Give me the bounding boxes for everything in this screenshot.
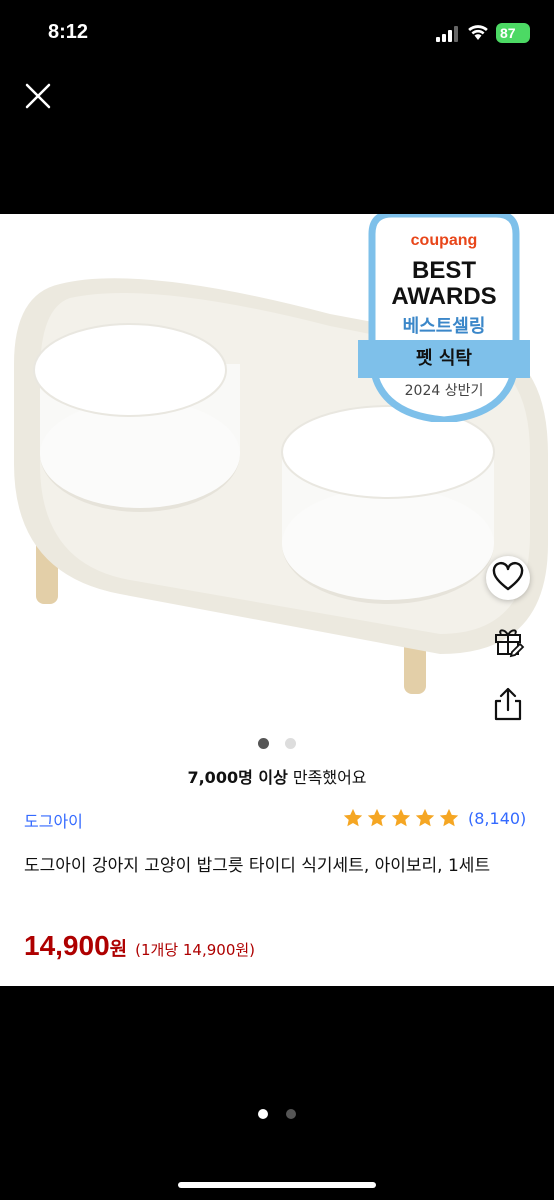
star-icon <box>367 808 387 827</box>
badge-title-line2: AWARDS <box>391 283 497 310</box>
wifi-icon <box>468 25 488 40</box>
star-icon <box>391 808 411 827</box>
star-icon <box>439 808 459 827</box>
rating[interactable]: (8,140) <box>342 806 526 830</box>
share-icon <box>494 687 522 721</box>
pager-dot-1[interactable] <box>258 1109 269 1119</box>
satisfaction-text: 7,000명 이상 만족했어요 <box>0 764 554 788</box>
satisfaction-label: 만족했어요 <box>292 768 367 787</box>
gift-button[interactable] <box>488 620 528 660</box>
pager-dot-2[interactable] <box>285 1109 296 1119</box>
battery-indicator: 87 <box>496 23 530 43</box>
product-image[interactable]: coupang BEST AWARDS 베스트셀링 펫 식탁 2024 상반기 <box>0 214 554 734</box>
carousel-dot-2[interactable] <box>284 738 296 749</box>
signal-icon <box>436 26 460 42</box>
carousel-indicator <box>0 734 554 749</box>
screenshot-pager <box>0 1104 554 1123</box>
wishlist-button[interactable] <box>486 556 530 600</box>
status-bar: 8:12 87 <box>0 0 554 66</box>
price-value: 14,900 <box>24 930 110 961</box>
brand-link[interactable]: 도그아이 <box>24 808 83 832</box>
star-icon <box>343 808 363 827</box>
satisfaction-count: 7,000명 이상 <box>187 768 288 787</box>
price-currency: 원 <box>109 938 128 960</box>
badge-category: 펫 식탁 <box>358 340 530 378</box>
unit-price: (1개당 14,900원) <box>135 941 256 959</box>
badge-subtitle: 베스트셀링 <box>402 316 486 337</box>
review-count[interactable]: (8,140) <box>468 809 526 828</box>
badge-brand: coupang <box>410 232 478 249</box>
carousel-dot-1[interactable] <box>258 738 270 749</box>
home-indicator[interactable] <box>178 1182 376 1188</box>
product-title: 도그아이 강아지 고양이 밥그릇 타이디 식기세트, 아이보리, 1세트 <box>24 856 491 876</box>
heart-icon <box>492 561 524 591</box>
close-icon[interactable] <box>22 80 54 112</box>
star-icon <box>415 808 435 827</box>
share-button[interactable] <box>488 684 528 724</box>
status-time: 8:12 <box>48 21 89 43</box>
badge-title-line1: BEST <box>411 257 476 284</box>
price-row: 14,900 원 (1개당 14,900원) <box>24 930 255 962</box>
product-panel: coupang BEST AWARDS 베스트셀링 펫 식탁 2024 상반기 <box>0 214 554 986</box>
best-award-badge: coupang BEST AWARDS 베스트셀링 펫 식탁 2024 상반기 <box>358 214 530 422</box>
badge-period: 2024 상반기 <box>404 383 484 399</box>
gift-icon <box>495 629 525 658</box>
